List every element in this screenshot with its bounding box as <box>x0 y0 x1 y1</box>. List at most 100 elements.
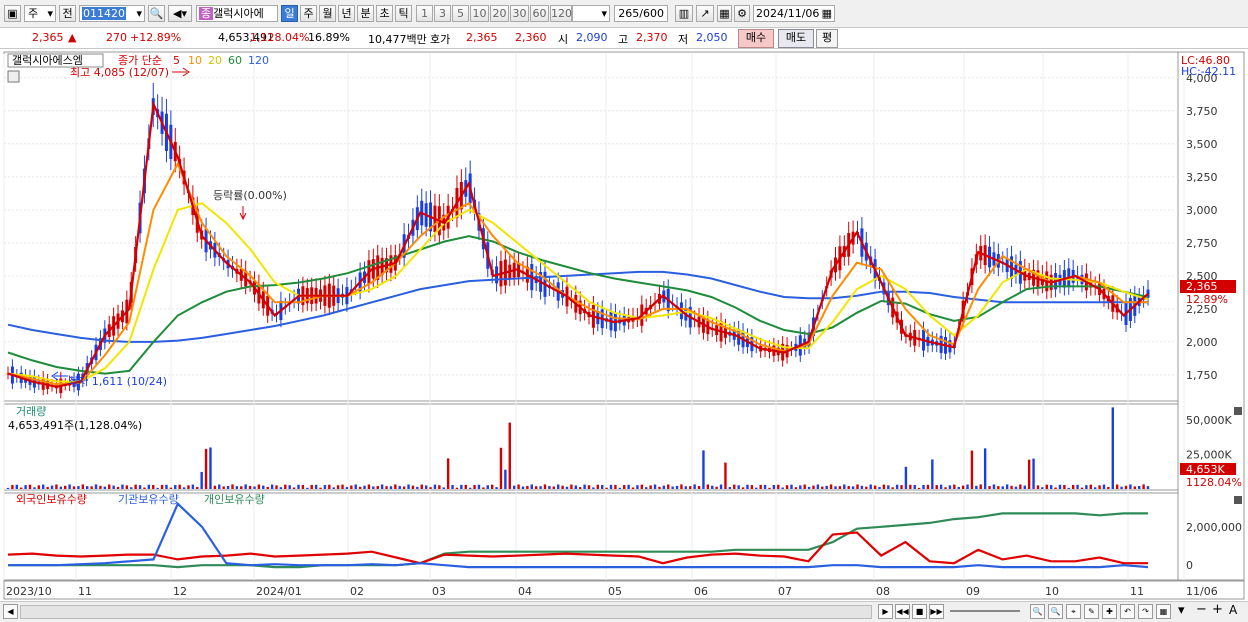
count-field[interactable]: 265/600 <box>614 5 668 22</box>
table-icon[interactable] <box>7 70 20 83</box>
volume-bar <box>380 484 384 489</box>
market-select[interactable]: 주 ▾ <box>24 5 56 22</box>
close-icon[interactable] <box>1234 496 1242 504</box>
volume-bar <box>429 487 432 489</box>
volume-bar <box>702 450 705 489</box>
volume-bar <box>706 484 710 489</box>
interval-button-6[interactable]: 60 <box>530 5 549 22</box>
minus-icon[interactable]: − <box>1196 602 1207 617</box>
volume-bar <box>363 485 366 489</box>
rewind-icon[interactable]: ◀◀ <box>895 604 910 619</box>
volume-bar <box>55 484 58 489</box>
volume-bar <box>997 486 1000 489</box>
volume-bar <box>1142 484 1145 489</box>
period-button-6[interactable]: 틱 <box>395 5 412 22</box>
interval-button-4[interactable]: 20 <box>490 5 509 22</box>
volume-bar <box>187 485 190 489</box>
volume-bar <box>772 484 776 489</box>
volume-tick-label: 25,000K <box>1186 448 1232 461</box>
chevron-down-icon: ▾ <box>136 7 142 20</box>
sell-button[interactable]: 매도 <box>778 29 814 48</box>
volume-bar <box>468 487 472 489</box>
volume-bar <box>156 487 159 489</box>
chevron-down-icon[interactable]: ▾ <box>1178 603 1185 618</box>
y-tick-label: 2,000 <box>1186 336 1218 349</box>
font-size-icon[interactable]: A <box>1229 603 1237 617</box>
zoom-in-icon[interactable]: 🔍 <box>1048 604 1063 619</box>
plus-icon[interactable]: + <box>1212 602 1223 617</box>
window-menu-icon[interactable]: ▣ <box>4 5 21 22</box>
turnover-value: 16.89% <box>308 31 350 44</box>
stop-icon[interactable]: ■ <box>912 604 927 619</box>
stock-code-input[interactable]: 011420 ▾ <box>79 5 145 22</box>
period-button-3[interactable]: 년 <box>338 5 355 22</box>
period-combo[interactable]: ▾ <box>572 5 610 22</box>
volume-bar <box>385 486 388 489</box>
scroll-left-icon[interactable]: ◀ <box>3 604 18 619</box>
high-annotation: 최고 4,085 (12/07) <box>70 66 169 79</box>
volume-bar <box>398 485 401 489</box>
search-icon[interactable]: 🔍 <box>148 5 165 22</box>
volume-bar <box>601 485 604 489</box>
interval-button-7[interactable]: 120 <box>550 5 572 22</box>
prev-button[interactable]: 전 <box>59 5 76 22</box>
volume-bar <box>178 484 181 489</box>
volume-bar <box>108 484 111 489</box>
volume-bar <box>389 486 393 489</box>
crosshair-icon[interactable]: ✚ <box>1102 604 1117 619</box>
x-tick-label: 04 <box>518 585 532 598</box>
volume-bar <box>548 485 551 489</box>
volume-bar <box>90 486 93 489</box>
volume-bar <box>957 486 960 489</box>
sound-icon[interactable]: ◀▾ <box>168 5 192 22</box>
volume-bar <box>574 485 577 489</box>
period-button-2[interactable]: 월 <box>319 5 336 22</box>
count-total: 600 <box>643 7 664 20</box>
close-icon[interactable] <box>1234 407 1242 415</box>
scroll-track[interactable] <box>20 605 872 619</box>
period-button-0[interactable]: 일 <box>281 5 298 22</box>
volume-bar <box>77 486 80 489</box>
redo-icon[interactable]: ↷ <box>1138 604 1153 619</box>
volume-bar <box>667 484 670 489</box>
ma-10-label: 10 <box>188 54 202 67</box>
volume-bar <box>763 484 767 489</box>
pointer-icon[interactable]: ⌖ <box>1066 604 1081 619</box>
candle-type-icon[interactable]: ▥ <box>675 5 693 22</box>
save-icon[interactable]: ▦ <box>717 5 732 22</box>
period-button-5[interactable]: 초 <box>376 5 393 22</box>
holdings-tick-label: 0 <box>1186 559 1193 572</box>
pin-icon[interactable]: ✎ <box>1084 604 1099 619</box>
period-button-4[interactable]: 분 <box>357 5 374 22</box>
volume-bar <box>931 459 934 489</box>
stock-chart[interactable]: 1,7502,0002,2502,5002,7503,0003,2503,500… <box>0 50 1248 601</box>
volume-bar <box>724 462 727 489</box>
buy-button[interactable]: 매수 <box>738 29 774 48</box>
line-tool-icon[interactable]: ↗ <box>696 5 714 22</box>
period-button-1[interactable]: 주 <box>300 5 317 22</box>
volume-bar <box>314 484 318 489</box>
undo-icon[interactable]: ↶ <box>1120 604 1135 619</box>
volume-bar <box>618 487 622 489</box>
open-label: 시 <box>558 33 569 46</box>
volume-bar <box>746 484 749 489</box>
scroll-right-icon[interactable]: ▶ <box>878 604 893 619</box>
gear-icon[interactable]: ⚙ <box>734 5 750 22</box>
avg-button[interactable]: 평 <box>816 29 838 48</box>
interval-button-1[interactable]: 3 <box>434 5 451 22</box>
volume-bar <box>442 487 445 489</box>
volume-bar <box>1014 486 1018 489</box>
interval-button-2[interactable]: 5 <box>452 5 469 22</box>
stock-name-field[interactable]: 종 갤럭시아에 <box>196 5 278 22</box>
zoom-slider[interactable] <box>950 610 1020 612</box>
interval-button-5[interactable]: 30 <box>510 5 529 22</box>
foreign-legend: 외국인보유수량 <box>16 493 87 506</box>
zoom-out-icon[interactable]: 🔍 <box>1030 604 1045 619</box>
date-field[interactable]: 2024/11/06 ▦ <box>753 5 835 22</box>
forward-icon[interactable]: ▶▶ <box>929 604 944 619</box>
interval-button-3[interactable]: 10 <box>470 5 489 22</box>
save-icon[interactable]: ▦ <box>1156 604 1171 619</box>
interval-button-0[interactable]: 1 <box>416 5 433 22</box>
volume-bar <box>1001 486 1004 489</box>
volume-bar <box>372 486 375 489</box>
